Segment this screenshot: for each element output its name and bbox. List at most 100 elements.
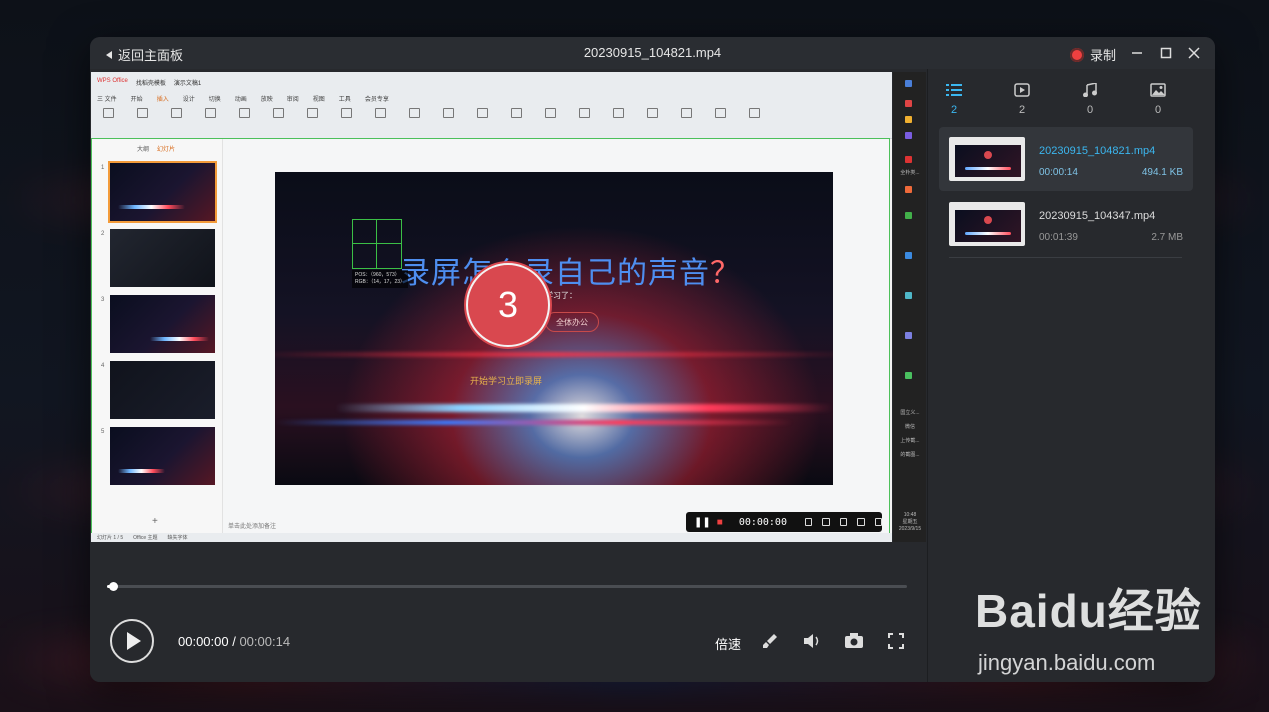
taskbar-app-icon [905, 252, 912, 259]
file-thumbnail [949, 137, 1025, 181]
wps-menu-item: 工具 [338, 97, 351, 103]
edit-button[interactable] [760, 632, 780, 650]
taskbar-label: 的截图... [900, 452, 920, 458]
wps-status-bar: 幻灯片 1 / 5 Office 主题 缺失字体 [91, 533, 892, 542]
play-button[interactable] [110, 619, 154, 663]
slides-tab: 幻灯片 [157, 147, 176, 153]
ribbon-icon [743, 108, 765, 126]
status-item: Office 主题 [133, 535, 158, 541]
add-slide-icon: + [152, 516, 158, 527]
stop-icon: ■ [716, 516, 723, 528]
slide-thumbnail: 2 [101, 229, 215, 287]
taskbar-app-icon [905, 186, 912, 193]
camera-icon [804, 518, 813, 526]
desktop-taskbar: 全朴类... 国立义... 微信 上传截... 的截图... 10:48 星期五… [893, 72, 926, 542]
status-item: 缺失字体 [167, 535, 188, 541]
close-button[interactable] [1184, 43, 1204, 63]
file-item[interactable]: 20230915_104347.mp4 00:01:39 2.7 MB [939, 192, 1193, 256]
file-item[interactable]: 20230915_104821.mp4 00:00:14 494.1 KB [939, 127, 1193, 191]
cursor-position-info: POS：（960，573） RGB：（14，17，23） [352, 270, 409, 288]
speed-button[interactable]: 倍速 [715, 634, 741, 653]
tab-video[interactable]: 2 [1002, 83, 1042, 116]
tab-count: 0 [1154, 104, 1162, 116]
wps-menu-item: 插入 [156, 97, 169, 103]
file-name: 20230915_104347.mp4 [1039, 210, 1156, 222]
minimize-button[interactable] [1127, 43, 1147, 63]
tab-audio[interactable]: 0 [1070, 82, 1110, 116]
slide-title: 录屏怎么录自己的声音？ [400, 256, 741, 291]
watermark-brand: Baidu经验 [975, 585, 1202, 637]
seek-bar[interactable] [107, 582, 907, 591]
light-streak [335, 404, 833, 412]
magnifier-grid [352, 219, 402, 269]
wps-menu-item: 三 文件 [97, 97, 117, 103]
record-button[interactable]: 录制 [1070, 45, 1116, 64]
ribbon-icon [437, 108, 459, 126]
volume-icon [804, 634, 819, 648]
screenshot-button[interactable] [844, 632, 864, 650]
ribbon-icon [165, 108, 187, 126]
light-streak [275, 352, 833, 357]
wps-tab: WPS Office [97, 78, 128, 84]
taskbar-app-icon [905, 100, 912, 107]
taskbar-app-icon [905, 80, 912, 87]
ribbon-icon [131, 108, 153, 126]
maximize-button[interactable] [1156, 43, 1176, 63]
window-icon [874, 518, 883, 526]
ribbon-icon [267, 108, 289, 126]
tab-count: 2 [950, 104, 958, 116]
wps-menu-item: 视图 [312, 97, 325, 103]
ribbon-icon [709, 108, 731, 126]
file-size: 494.1 KB [1141, 167, 1183, 178]
slide-canvas: 录屏怎么录自己的声音？ 你学习了： 全体办公 开始学习立即录屏 POS：（960… [275, 172, 833, 485]
wps-menu-item: 动画 [234, 97, 247, 103]
seek-handle[interactable] [109, 582, 119, 591]
window-title: 20230915_104821.mp4 [583, 45, 722, 60]
slide-notes: 单击此处添加备注 [228, 524, 277, 530]
slide-thumbnail: 3 [101, 295, 215, 353]
video-frame[interactable]: WPS Office 找稻壳模板 演示文稿1 三 文件 开始 插入 设计 切换 … [91, 72, 892, 542]
tab-all[interactable]: 2 [934, 83, 974, 116]
light-streak [275, 420, 793, 425]
pen-icon [839, 518, 848, 526]
minimize-icon [1132, 52, 1142, 54]
wps-workspace: 大纲 幻灯片 1 2 3 4 5 + 录屏怎么录自己的声音？ 你学习了： 全体办… [91, 138, 890, 534]
slide-bottom-text: 开始学习立即录屏 [470, 376, 543, 386]
volume-button[interactable] [802, 632, 822, 650]
screenshot-icon [822, 518, 830, 526]
ribbon-icon [335, 108, 357, 126]
ribbon-icon [97, 108, 119, 126]
fullscreen-button[interactable] [886, 632, 906, 650]
wps-menu-item: 审阅 [286, 97, 299, 103]
tab-image[interactable]: 0 [1138, 83, 1178, 116]
taskbar-clock: 10:48 星期五 2023/9/15 [898, 512, 922, 532]
close-icon [1188, 47, 1200, 59]
file-duration: 00:00:14 [1039, 167, 1078, 178]
ribbon-icon [301, 108, 323, 126]
wps-menu-item: 开始 [130, 97, 143, 103]
taskbar-app-icon [905, 292, 912, 299]
total-time: 00:00:14 [239, 634, 291, 649]
wps-toolbar: WPS Office 找稻壳模板 演示文稿1 三 文件 开始 插入 设计 切换 … [91, 72, 892, 139]
file-thumbnail [949, 202, 1025, 246]
watermark-url: jingyan.baidu.com [978, 650, 1156, 675]
taskbar-app-icon [905, 116, 912, 123]
wps-menu-bar: 三 文件 开始 插入 设计 切换 动画 放映 审阅 视图 工具 会员专享 [97, 94, 389, 103]
pause-icon: ❚❚ [694, 516, 711, 528]
title-bar: 返回主面板 20230915_104821.mp4 录制 [90, 37, 1215, 69]
slide-thumbnail-panel: 大纲 幻灯片 1 2 3 4 5 + [92, 139, 223, 533]
ribbon-icon [369, 108, 391, 126]
taskbar-label: 上传截... [900, 438, 920, 444]
recording-time: 00:00:00 [738, 516, 787, 528]
ribbon-icon [505, 108, 527, 126]
ribbon-icon [233, 108, 255, 126]
wps-tab: 找稻壳模板 [135, 81, 166, 87]
tab-count: 2 [1018, 104, 1026, 116]
wps-menu-item: 切换 [208, 97, 221, 103]
taskbar-label: 全朴类... [900, 170, 920, 176]
ribbon-icon [641, 108, 663, 126]
settings-icon [857, 518, 865, 526]
record-icon [1070, 47, 1084, 62]
record-label: 录制 [1090, 48, 1117, 63]
fullscreen-icon [888, 633, 904, 649]
